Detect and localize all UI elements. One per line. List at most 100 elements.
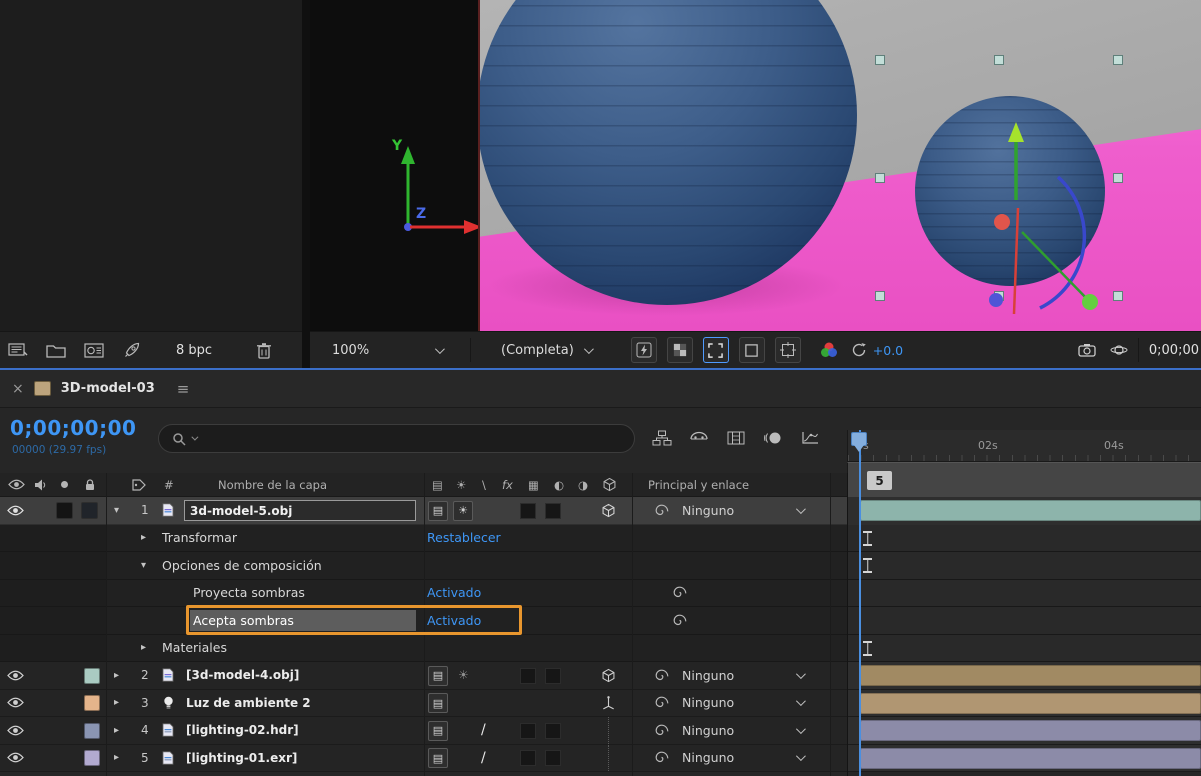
layer-label-chip[interactable] bbox=[84, 723, 100, 739]
region-of-interest-button[interactable] bbox=[703, 337, 729, 363]
shy-switch[interactable]: ▤ bbox=[428, 666, 448, 686]
collapse-switch[interactable]: ☀ bbox=[453, 501, 473, 521]
time-ruler[interactable]: 0s 02s 04s bbox=[847, 430, 1201, 462]
render-rocket-icon[interactable] bbox=[120, 338, 144, 362]
layer-row-1[interactable]: ▾ 1 3d-model-5.obj ▤ ☀ Ninguno bbox=[0, 497, 1201, 525]
parent-dropdown-value[interactable]: Ninguno bbox=[682, 690, 734, 717]
parent-dropdown-value[interactable]: Ninguno bbox=[682, 662, 734, 689]
chevron-right-icon[interactable]: ▸ bbox=[114, 717, 119, 744]
layer-label-chip[interactable] bbox=[81, 502, 98, 519]
layer-name[interactable]: [3d-model-4.obj] bbox=[186, 662, 299, 689]
layer-visibility-eye-icon[interactable] bbox=[7, 745, 24, 772]
chevron-down-icon[interactable] bbox=[796, 690, 803, 717]
property-pickwhip-icon[interactable] bbox=[672, 607, 687, 634]
parent-pickwhip-icon[interactable] bbox=[654, 690, 669, 717]
new-folder-icon[interactable] bbox=[44, 338, 68, 362]
parent-dropdown-value[interactable]: Ninguno bbox=[682, 717, 734, 744]
layer-duration-bar[interactable] bbox=[860, 500, 1201, 521]
composition-mini-flowchart-icon[interactable] bbox=[650, 428, 674, 448]
property-group-label[interactable]: Transformar bbox=[162, 525, 237, 552]
exposure-value[interactable]: +0.0 bbox=[873, 343, 903, 358]
property-group-composition-options[interactable]: ▾ Opciones de composición bbox=[0, 552, 1201, 580]
chevron-down-icon[interactable] bbox=[796, 497, 803, 524]
timeline-search-input[interactable] bbox=[158, 424, 635, 453]
property-group-label[interactable]: Materiales bbox=[162, 635, 227, 662]
parent-pickwhip-icon[interactable] bbox=[654, 717, 669, 744]
quality-switch[interactable]: / bbox=[481, 717, 486, 744]
zoom-dropdown[interactable]: 100% bbox=[332, 343, 442, 358]
parent-pickwhip-icon[interactable] bbox=[654, 497, 669, 524]
layer-duration-bar[interactable] bbox=[860, 693, 1201, 714]
layer-name[interactable]: [lighting-02.hdr] bbox=[186, 717, 299, 744]
shy-switch[interactable]: ▤ bbox=[428, 693, 448, 713]
layer-duration-bar[interactable] bbox=[860, 720, 1201, 741]
reset-link[interactable]: Restablecer bbox=[427, 525, 501, 552]
shy-switch[interactable]: ▤ bbox=[428, 501, 448, 521]
layer-name[interactable]: Luz de ambiente 2 bbox=[186, 690, 311, 717]
layer-track[interactable] bbox=[847, 497, 1201, 524]
layer-visibility-eye-icon[interactable] bbox=[7, 690, 24, 717]
property-group-label[interactable]: Opciones de composición bbox=[162, 552, 322, 579]
parent-pickwhip-icon[interactable] bbox=[654, 662, 669, 689]
frame-blend-switch[interactable] bbox=[520, 750, 536, 766]
frame-blend-switch[interactable] bbox=[520, 723, 536, 739]
layer-name-header[interactable]: Nombre de la capa bbox=[218, 473, 327, 496]
layer-label-chip[interactable] bbox=[84, 750, 100, 766]
new-composition-icon[interactable] bbox=[82, 338, 106, 362]
frame-blend-switch[interactable] bbox=[520, 668, 536, 684]
quality-switch[interactable]: / bbox=[481, 745, 486, 772]
parent-pickwhip-icon[interactable] bbox=[654, 745, 669, 772]
panel-menu-icon[interactable]: ≡ bbox=[177, 380, 190, 398]
layer-name[interactable]: [lighting-01.exr] bbox=[186, 745, 297, 772]
project-bit-depth[interactable]: 8 bpc bbox=[176, 343, 212, 358]
interpret-footage-icon[interactable] bbox=[6, 338, 30, 362]
keyframe-ibeam[interactable] bbox=[863, 641, 872, 656]
show-snapshot-icon[interactable] bbox=[1110, 343, 1128, 357]
trash-icon[interactable] bbox=[252, 338, 276, 362]
shy-switch[interactable]: ▤ bbox=[428, 748, 448, 768]
motion-blur-switch[interactable] bbox=[545, 750, 561, 766]
resolution-dropdown[interactable]: (Completa) bbox=[501, 343, 591, 358]
tab-title[interactable]: 3D-model-03 bbox=[61, 381, 155, 396]
preview-timecode[interactable]: 0;00;00 bbox=[1149, 343, 1199, 358]
parent-dropdown-value[interactable]: Ninguno bbox=[682, 497, 734, 524]
mask-visibility-button[interactable] bbox=[739, 337, 765, 363]
property-value-toggle[interactable]: Activado bbox=[427, 580, 481, 607]
graph-editor-icon[interactable] bbox=[798, 428, 822, 448]
project-panel[interactable] bbox=[0, 0, 302, 331]
parent-dropdown-value[interactable]: Ninguno bbox=[682, 745, 734, 772]
layer-track[interactable] bbox=[847, 745, 1201, 772]
chevron-right-icon[interactable]: ▸ bbox=[141, 525, 146, 552]
3d-layer-cube-icon[interactable] bbox=[601, 497, 616, 524]
motion-blur-switch[interactable] bbox=[545, 668, 561, 684]
layer-label-chip[interactable] bbox=[84, 695, 100, 711]
motion-blur-switch[interactable] bbox=[545, 723, 561, 739]
layer-row-2[interactable]: ▸ 2 [3d-model-4.obj] ▤ ☀ Ninguno bbox=[0, 662, 1201, 690]
selection-handle[interactable] bbox=[875, 291, 885, 301]
chevron-down-icon[interactable] bbox=[796, 662, 803, 689]
layer-duration-bar[interactable] bbox=[860, 665, 1201, 686]
layer-switch-chip[interactable] bbox=[56, 502, 73, 519]
layer-label-chip[interactable] bbox=[84, 668, 100, 684]
layer-visibility-eye-icon[interactable] bbox=[7, 662, 24, 689]
playhead-line[interactable] bbox=[859, 430, 861, 776]
chevron-right-icon[interactable]: ▸ bbox=[141, 635, 146, 662]
playhead-handle[interactable] bbox=[851, 432, 867, 446]
layer-track[interactable] bbox=[847, 690, 1201, 717]
axis-mode-icon[interactable] bbox=[601, 690, 616, 717]
layer-duration-bar[interactable] bbox=[860, 748, 1201, 769]
shy-toggle-icon[interactable] bbox=[687, 428, 711, 448]
frame-blend-switch[interactable] bbox=[520, 503, 536, 519]
chevron-down-icon[interactable] bbox=[796, 745, 803, 772]
current-timecode[interactable]: 0;00;00;00 bbox=[10, 416, 136, 440]
layer-row-4[interactable]: ▸ 4 [lighting-02.hdr] ▤ / Ninguno bbox=[0, 717, 1201, 745]
chevron-right-icon[interactable]: ▸ bbox=[114, 745, 119, 772]
work-area-bar[interactable]: 5 bbox=[847, 462, 1201, 497]
layer-name-field[interactable]: 3d-model-5.obj bbox=[184, 500, 416, 521]
grid-guides-button[interactable] bbox=[775, 337, 801, 363]
selection-handle[interactable] bbox=[875, 173, 885, 183]
frame-blend-toggle-icon[interactable] bbox=[724, 428, 748, 448]
property-accepts-shadows[interactable]: Acepta sombras Activado bbox=[0, 607, 1201, 635]
property-pickwhip-icon[interactable] bbox=[672, 580, 687, 607]
layer-visibility-eye-icon[interactable] bbox=[7, 497, 24, 524]
